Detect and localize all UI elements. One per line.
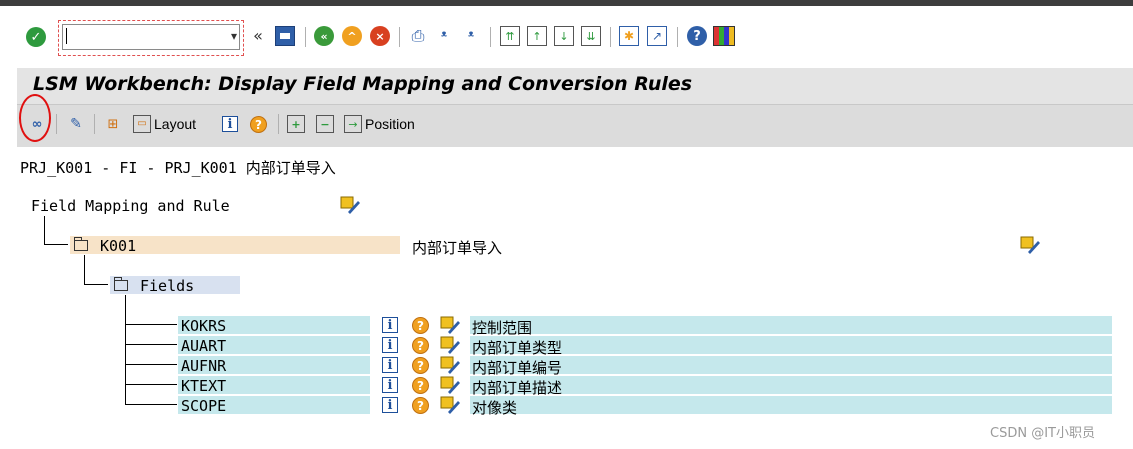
info-icon[interactable]: i [222, 116, 238, 132]
last-page-icon[interactable]: ⇊ [581, 26, 601, 46]
field-name[interactable]: SCOPE [181, 397, 226, 415]
field-name[interactable]: KTEXT [181, 377, 226, 395]
info-icon[interactable]: i [382, 377, 398, 393]
field-description-bg [470, 316, 1112, 334]
field-description: 对像类 [472, 399, 518, 417]
position-button[interactable]: Position [365, 116, 415, 132]
toolbar-separator [56, 114, 57, 134]
cancel-icon[interactable]: × [370, 26, 390, 46]
help-icon[interactable]: ? [412, 377, 429, 394]
field-description-bg [470, 336, 1112, 354]
field-description: 内部订单编号 [472, 359, 563, 377]
help-icon[interactable]: ? [412, 397, 429, 414]
toolbar-separator [490, 27, 491, 47]
help-icon[interactable]: ? [412, 357, 429, 374]
tree-connector [125, 324, 177, 325]
toolbar-separator [399, 27, 400, 47]
field-name[interactable]: AUFNR [181, 357, 226, 375]
edit-pencil-icon[interactable] [440, 396, 460, 414]
shortcut-icon[interactable]: ↗ [647, 26, 667, 46]
toolbar-separator [610, 27, 611, 47]
tree-connector [125, 344, 177, 345]
expand-all-icon[interactable]: + [287, 115, 305, 133]
collapse-toolbar-icon[interactable]: « [250, 28, 266, 44]
edit-pencil-icon[interactable] [440, 316, 460, 334]
field-name[interactable]: AUART [181, 337, 226, 355]
toolbar-separator [305, 27, 306, 47]
folder-icon [114, 277, 128, 291]
edit-pencil-icon[interactable] [440, 356, 460, 374]
enter-icon[interactable]: ✓ [26, 27, 46, 47]
text-caret [66, 28, 67, 44]
first-page-icon[interactable]: ⇈ [500, 26, 520, 46]
info-icon[interactable]: i [382, 357, 398, 373]
help-icon[interactable]: ? [412, 317, 429, 334]
toolbar-separator [94, 114, 95, 134]
layout-menu-icon[interactable] [713, 26, 735, 46]
watermark: CSDN @IT小职员 [990, 426, 1095, 441]
info-icon[interactable]: i [382, 317, 398, 333]
object-description: 内部订单导入 [412, 239, 503, 257]
hierarchy-icon[interactable]: ⊞ [103, 115, 123, 133]
edit-pencil-icon[interactable] [1020, 236, 1040, 254]
exit-icon[interactable]: ^ [342, 26, 362, 46]
field-description-bg [470, 396, 1112, 414]
next-page-icon[interactable]: ↓ [554, 26, 574, 46]
object-name[interactable]: K001 [100, 237, 136, 255]
print-icon[interactable]: ⎙ [408, 26, 428, 46]
field-description: 控制范围 [472, 319, 533, 337]
collapse-all-icon[interactable]: − [316, 115, 334, 133]
page-title: LSM Workbench: Display Field Mapping and… [33, 73, 693, 95]
edit-pencil-icon[interactable] [440, 376, 460, 394]
save-icon[interactable] [275, 26, 295, 46]
layout-button[interactable]: Layout [154, 116, 196, 132]
toolbar-separator [677, 27, 678, 47]
find-next-icon[interactable]: ᵜ [461, 26, 481, 46]
field-name[interactable]: KOKRS [181, 317, 226, 335]
chevron-down-icon[interactable]: ▾ [231, 29, 237, 43]
help-icon[interactable]: ? [412, 337, 429, 354]
edit-pencil-icon[interactable] [340, 196, 360, 214]
command-field[interactable]: ▾ [62, 24, 240, 50]
field-description: 内部订单描述 [472, 379, 563, 397]
help-icon[interactable]: ? [687, 26, 707, 46]
folder-icon [74, 237, 88, 251]
tree-connector [84, 284, 108, 285]
fields-node-label[interactable]: Fields [140, 277, 194, 295]
tree-connector [84, 255, 85, 285]
header-line: PRJ_K001 - FI - PRJ_K001 内部订单导入 [20, 159, 336, 177]
layout-icon[interactable]: ▭ [133, 115, 151, 133]
toolbar-separator [278, 114, 279, 134]
previous-page-icon[interactable]: ↑ [527, 26, 547, 46]
find-icon[interactable]: ᵜ [434, 26, 454, 46]
position-icon[interactable]: → [344, 115, 362, 133]
display-change-icon[interactable]: ∞ [26, 115, 48, 133]
info-icon[interactable]: i [382, 337, 398, 353]
edit-pencil-icon[interactable] [440, 336, 460, 354]
help-icon[interactable]: ? [250, 116, 267, 133]
field-description: 内部订单类型 [472, 339, 563, 357]
tree-connector [125, 404, 177, 405]
field-description-bg [470, 376, 1112, 394]
tree-connector [44, 244, 68, 245]
tree-connector [125, 384, 177, 385]
tree-root-label: Field Mapping and Rule [31, 197, 230, 215]
create-session-icon[interactable]: ✱ [619, 26, 639, 46]
back-icon[interactable]: « [314, 26, 334, 46]
info-icon[interactable]: i [382, 397, 398, 413]
edit-rules-icon[interactable]: ✎ [66, 115, 86, 133]
field-description-bg [470, 356, 1112, 374]
tree-connector [125, 364, 177, 365]
tree-connector [44, 216, 45, 245]
tree-connector [125, 295, 126, 404]
